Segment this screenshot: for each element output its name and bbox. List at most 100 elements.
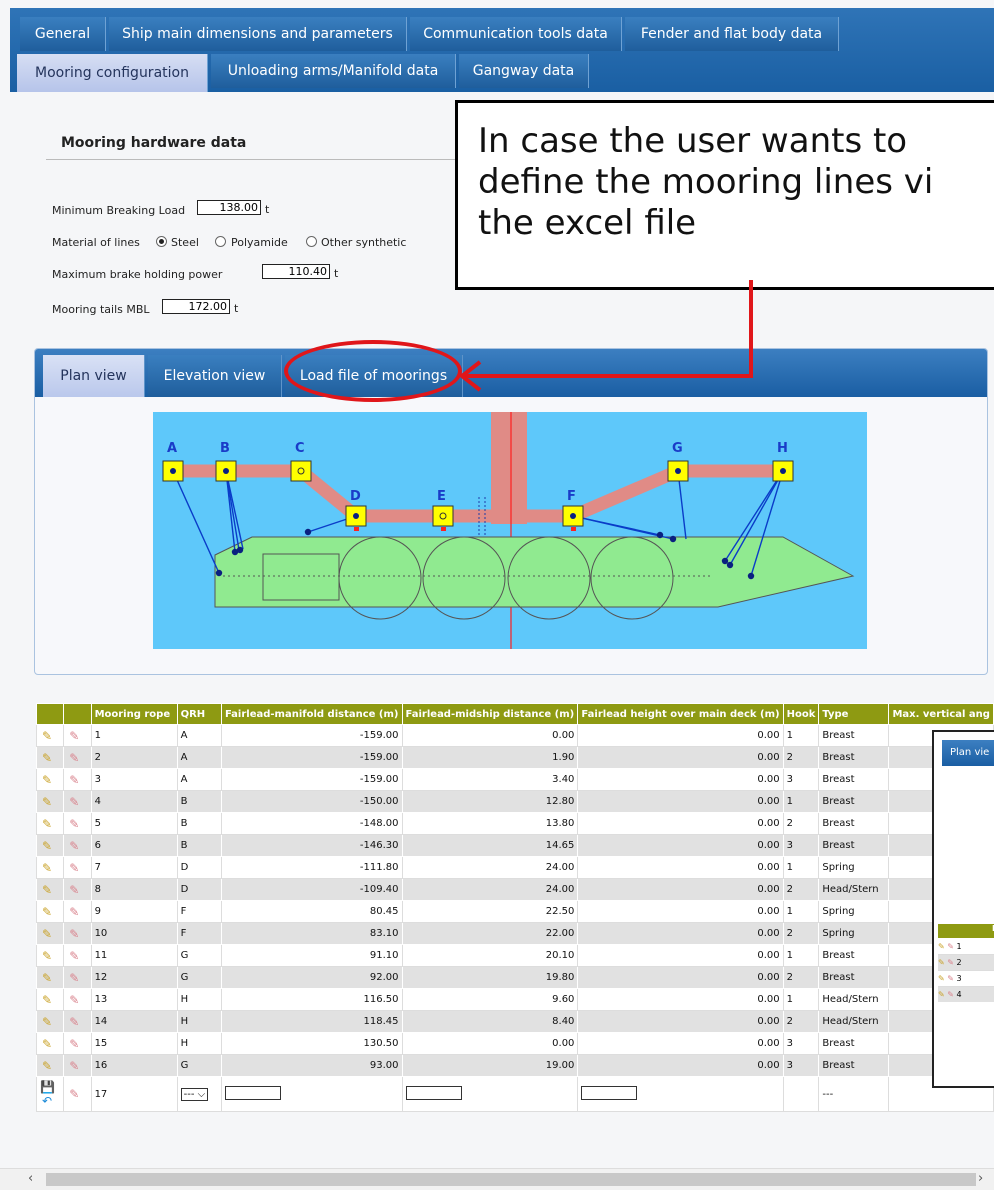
edit-cell[interactable]: ✎	[35, 966, 65, 989]
pencil-icon[interactable]: ✎	[938, 974, 945, 983]
pencil-icon[interactable]: ✎	[40, 1015, 54, 1029]
edit-cell[interactable]: ✎	[35, 724, 65, 747]
pencil-icon[interactable]: ✎	[938, 990, 945, 999]
edit-cell[interactable]: ✎	[35, 922, 65, 945]
pencil-icon[interactable]: ✎	[40, 861, 54, 875]
delete-cell[interactable]: ✎	[63, 724, 92, 747]
edit-cell[interactable]: ✎	[35, 834, 65, 857]
delete-cell[interactable]: ✎	[63, 1010, 92, 1033]
secondary-plan-view-tab[interactable]: Plan vie	[942, 740, 994, 766]
eraser-icon[interactable]: ✎	[67, 1015, 81, 1029]
eraser-icon[interactable]: ✎	[67, 949, 81, 963]
tab-mooring-configuration[interactable]: Mooring configuration	[17, 54, 208, 92]
edit-cell[interactable]: ✎	[35, 1054, 65, 1077]
eraser-icon[interactable]: ✎	[67, 1059, 81, 1073]
pencil-icon[interactable]: ✎	[938, 942, 945, 951]
delete-cell[interactable]: ✎	[63, 944, 92, 967]
radio-other-synthetic[interactable]	[306, 236, 317, 247]
pencil-icon[interactable]: ✎	[40, 1059, 54, 1073]
tab-gangway-data[interactable]: Gangway data	[459, 54, 589, 88]
delete-cell[interactable]: ✎	[63, 988, 92, 1011]
tab-unloading-arms[interactable]: Unloading arms/Manifold data	[211, 54, 456, 88]
pencil-icon[interactable]: ✎	[40, 949, 54, 963]
new-row-midship-input[interactable]	[401, 1076, 579, 1112]
pencil-icon[interactable]: ✎	[938, 958, 945, 967]
pencil-icon[interactable]: ✎	[40, 839, 54, 853]
eraser-icon[interactable]: ✎	[947, 974, 954, 983]
delete-cell[interactable]: ✎	[63, 900, 92, 923]
edit-cell[interactable]: ✎	[35, 812, 65, 835]
chevron-down-icon[interactable]: ⌵	[198, 1089, 206, 1100]
scroll-left-arrow-icon[interactable]: ‹	[28, 1171, 33, 1186]
undo-icon[interactable]: ↶	[40, 1094, 54, 1108]
eraser-icon[interactable]: ✎	[947, 958, 954, 967]
tab-general[interactable]: General	[20, 17, 106, 51]
tab-plan-view[interactable]: Plan view	[43, 355, 145, 397]
pencil-icon[interactable]: ✎	[40, 971, 54, 985]
eraser-icon[interactable]: ✎	[67, 1087, 81, 1101]
delete-cell[interactable]: ✎	[63, 790, 92, 813]
new-row-height-input[interactable]	[577, 1076, 784, 1112]
new-row-manifold-input[interactable]	[220, 1076, 403, 1112]
delete-cell[interactable]: ✎	[63, 812, 92, 835]
delete-cell[interactable]: ✎	[63, 1054, 92, 1077]
pencil-icon[interactable]: ✎	[40, 795, 54, 809]
pencil-icon[interactable]: ✎	[40, 1037, 54, 1051]
brake-input[interactable]: 110.40	[262, 264, 330, 279]
eraser-icon[interactable]: ✎	[67, 971, 81, 985]
new-row-delete[interactable]: ✎	[63, 1076, 92, 1112]
delete-cell[interactable]: ✎	[63, 966, 92, 989]
delete-cell[interactable]: ✎	[63, 746, 92, 769]
edit-cell[interactable]: ✎	[35, 988, 65, 1011]
new-row-qrh[interactable]: --- ⌵	[176, 1076, 222, 1112]
delete-cell[interactable]: ✎	[63, 834, 92, 857]
delete-cell[interactable]: ✎	[63, 856, 92, 879]
pencil-icon[interactable]: ✎	[40, 927, 54, 941]
eraser-icon[interactable]: ✎	[67, 883, 81, 897]
radio-polyamide[interactable]	[215, 236, 226, 247]
eraser-icon[interactable]: ✎	[67, 927, 81, 941]
pencil-icon[interactable]: ✎	[40, 883, 54, 897]
tails-input[interactable]: 172.00	[162, 299, 230, 314]
edit-cell[interactable]: ✎	[35, 790, 65, 813]
edit-cell[interactable]: ✎	[35, 856, 65, 879]
edit-cell[interactable]: ✎	[35, 944, 65, 967]
pencil-icon[interactable]: ✎	[40, 729, 54, 743]
save-icon[interactable]: 💾	[40, 1080, 55, 1094]
eraser-icon[interactable]: ✎	[67, 905, 81, 919]
new-row-actions[interactable]: 💾 ↶	[35, 1076, 65, 1112]
eraser-icon[interactable]: ✎	[67, 751, 81, 765]
eraser-icon[interactable]: ✎	[67, 773, 81, 787]
tab-fender-flat-body[interactable]: Fender and flat body data	[625, 17, 839, 51]
edit-cell[interactable]: ✎	[35, 746, 65, 769]
horizontal-scrollbar[interactable]: ‹ ›	[0, 1168, 994, 1190]
tab-communication-tools[interactable]: Communication tools data	[410, 17, 622, 51]
edit-cell[interactable]: ✎	[35, 878, 65, 901]
pencil-icon[interactable]: ✎	[40, 817, 54, 831]
scrollbar-thumb[interactable]	[46, 1173, 976, 1186]
pencil-icon[interactable]: ✎	[40, 773, 54, 787]
eraser-icon[interactable]: ✎	[947, 942, 954, 951]
tab-elevation-view[interactable]: Elevation view	[148, 355, 282, 397]
pencil-icon[interactable]: ✎	[40, 905, 54, 919]
eraser-icon[interactable]: ✎	[67, 861, 81, 875]
edit-cell[interactable]: ✎	[35, 1010, 65, 1033]
tab-ship-main-dimensions[interactable]: Ship main dimensions and parameters	[109, 17, 407, 51]
delete-cell[interactable]: ✎	[63, 922, 92, 945]
edit-cell[interactable]: ✎	[35, 1032, 65, 1055]
scroll-right-arrow-icon[interactable]: ›	[978, 1171, 983, 1186]
eraser-icon[interactable]: ✎	[67, 839, 81, 853]
eraser-icon[interactable]: ✎	[67, 817, 81, 831]
qrh-select[interactable]: --- ⌵	[180, 1087, 209, 1101]
pencil-icon[interactable]: ✎	[40, 751, 54, 765]
eraser-icon[interactable]: ✎	[67, 729, 81, 743]
mbl-input[interactable]: 138.00	[197, 200, 261, 215]
delete-cell[interactable]: ✎	[63, 768, 92, 791]
eraser-icon[interactable]: ✎	[947, 990, 954, 999]
eraser-icon[interactable]: ✎	[67, 1037, 81, 1051]
delete-cell[interactable]: ✎	[63, 1032, 92, 1055]
eraser-icon[interactable]: ✎	[67, 795, 81, 809]
eraser-icon[interactable]: ✎	[67, 993, 81, 1007]
edit-cell[interactable]: ✎	[35, 768, 65, 791]
pencil-icon[interactable]: ✎	[40, 993, 54, 1007]
